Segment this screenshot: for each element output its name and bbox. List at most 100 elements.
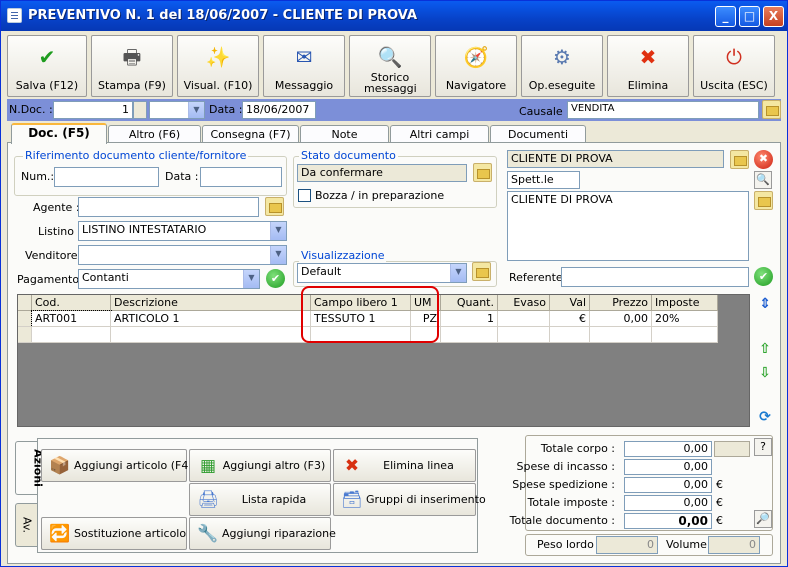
empty-cell[interactable] [652, 327, 718, 343]
toolbar-button-search-letter[interactable]: 🔍 Storico messaggi [349, 35, 431, 97]
total-label: Totale imposte : [527, 496, 615, 509]
rif-data-label: Data : [165, 170, 199, 183]
rif-data-input[interactable] [200, 167, 282, 187]
confirm-pagamento-button[interactable]: ✔ [266, 269, 285, 288]
row-selector[interactable] [18, 311, 32, 327]
salutation-input[interactable]: Spett.le [507, 171, 580, 189]
table-cell[interactable]: ART001 [31, 310, 112, 328]
bozza-checkbox[interactable] [298, 189, 311, 202]
insert-groups-icon: 🗃 [341, 490, 363, 510]
letter-pen-icon: ✉ [295, 45, 313, 69]
folder-icon[interactable] [472, 262, 491, 281]
num-input[interactable] [54, 167, 159, 187]
toolbar-button-letter-pen[interactable]: ✉ Messaggio [263, 35, 345, 97]
move-up-icon[interactable]: ⇧ [756, 340, 774, 358]
tab-av[interactable]: Av. [15, 503, 37, 547]
tab-azioni[interactable]: Azioni [15, 441, 44, 495]
folder-icon[interactable] [762, 100, 781, 119]
close-button[interactable]: X [763, 6, 784, 27]
add-article-icon: 📦 [49, 456, 71, 476]
ndoc-suffix-button[interactable] [133, 101, 147, 119]
referente-input[interactable] [561, 267, 749, 287]
toolbar-button-printer[interactable]: 🖶 Stampa (F9) [91, 35, 173, 97]
toolbar-button-magic-wand[interactable]: ✨ Visual. (F10) [177, 35, 259, 97]
table-cell[interactable]: ARTICOLO 1 [111, 311, 311, 327]
empty-cell[interactable] [498, 327, 550, 343]
refresh-icon[interactable]: ⟳ [756, 408, 774, 426]
empty-cell[interactable] [590, 327, 652, 343]
table-cell[interactable]: € [550, 311, 590, 327]
move-down-icon[interactable]: ⇩ [756, 364, 774, 382]
empty-cell[interactable] [441, 327, 498, 343]
empty-cell[interactable] [32, 327, 111, 343]
delete-x-icon: ✖ [639, 45, 657, 69]
delete-line-button[interactable]: ✖ Elimina linea [333, 449, 476, 482]
folder-icon[interactable] [730, 150, 749, 169]
toolbar-button-delete-x[interactable]: ✖ Elimina [607, 35, 689, 97]
document-icon [7, 8, 22, 23]
action-label: Aggiungi articolo (F4) [74, 459, 193, 472]
agente-input[interactable] [78, 197, 259, 217]
toolbar-button-compass[interactable]: 🧭 Navigatore [435, 35, 517, 97]
column-header[interactable]: Val [550, 295, 590, 311]
folder-icon[interactable] [265, 197, 284, 216]
toolbar-button-check[interactable]: ✔ Salva (F12) [7, 35, 87, 97]
total-value[interactable]: 0,00 [624, 459, 712, 475]
insert-groups-button[interactable]: 🗃 Gruppi di inserimento [333, 483, 486, 516]
toolbar-button-exit[interactable]: ⏻ Uscita (ESC) [693, 35, 775, 97]
column-header[interactable]: Descrizione [111, 295, 311, 311]
add-other-icon: ▦ [199, 456, 217, 476]
tab-av-label: Av. [20, 516, 34, 534]
column-header[interactable]: Cod. [32, 295, 111, 311]
search-icon[interactable]: 🔍 [754, 171, 772, 189]
sort-updown-icon[interactable]: ⇕ [756, 295, 774, 313]
toolbar-label: Uscita (ESC) [700, 79, 768, 92]
cliente-name: CLIENTE DI PROVA [507, 150, 724, 168]
empty-cell[interactable] [111, 327, 311, 343]
visualizzazione-select[interactable]: Default ▼ [297, 263, 467, 283]
peso-value: 0 [596, 536, 658, 554]
column-header[interactable]: Quant. [441, 295, 498, 311]
total-label: Spese di incasso : [516, 460, 615, 473]
total-value[interactable]: 0,00 [624, 441, 712, 457]
column-header[interactable]: Prezzo [590, 295, 652, 311]
printer-icon: 🖶 [122, 45, 142, 69]
currency-symbol: € [716, 496, 723, 509]
tab-doc-f5[interactable]: Doc. (F5) [11, 123, 107, 144]
table-cell[interactable]: 0,00 [590, 311, 652, 327]
add-other-button[interactable]: ▦ Aggiungi altro (F3) [189, 449, 331, 482]
table-cell[interactable]: 20% [652, 311, 718, 327]
quick-list-button[interactable]: 🖨 Lista rapida [189, 483, 331, 516]
bozza-label: Bozza / in preparazione [315, 189, 445, 202]
remove-cliente-icon[interactable]: ✖ [754, 150, 773, 169]
total-value[interactable]: 0,00 [624, 495, 712, 511]
row-selector[interactable] [18, 327, 32, 343]
document-bar: N.Doc. : 1 ▼ Data : 18/06/2007 Causale :… [7, 99, 781, 121]
stato-group-label: Stato documento [299, 149, 398, 162]
folder-icon[interactable] [754, 191, 773, 210]
help-button[interactable]: ? [754, 438, 772, 456]
column-header[interactable]: Evaso [498, 295, 550, 311]
column-header[interactable]: Imposte [652, 295, 718, 311]
replace-article-button[interactable]: 🔁 Sostituzione articolo [41, 517, 187, 550]
toolbar-button-gears[interactable]: ⚙ Op.eseguite [521, 35, 603, 97]
address-field[interactable]: CLIENTE DI PROVA [507, 191, 749, 261]
minimize-button[interactable]: _ [715, 6, 736, 27]
table-cell[interactable]: 1 [441, 311, 498, 327]
ndoc-input[interactable]: 1 [53, 101, 133, 119]
listino-select[interactable]: LISTINO INTESTATARIO ▼ [78, 221, 287, 241]
data-input[interactable]: 18/06/2007 [242, 101, 316, 119]
maximize-button[interactable]: □ [739, 6, 760, 27]
zoom-icon[interactable]: 🔎 [754, 510, 772, 528]
repair-button[interactable]: 🔧 Aggiungi riparazione [189, 517, 336, 550]
pagamento-select[interactable]: Contanti ▼ [78, 269, 260, 289]
table-cell[interactable] [498, 311, 550, 327]
venditore-select[interactable]: ▼ [78, 245, 287, 265]
add-article-button[interactable]: 📦 Aggiungi articolo (F4) [41, 449, 193, 482]
ndoc-series-select[interactable]: ▼ [149, 101, 205, 119]
causale-input[interactable]: VENDITA [567, 101, 759, 119]
empty-cell[interactable] [550, 327, 590, 343]
confirm-referente-button[interactable]: ✔ [754, 267, 773, 286]
folder-icon[interactable] [473, 163, 492, 182]
total-value[interactable]: 0,00 [624, 477, 712, 493]
